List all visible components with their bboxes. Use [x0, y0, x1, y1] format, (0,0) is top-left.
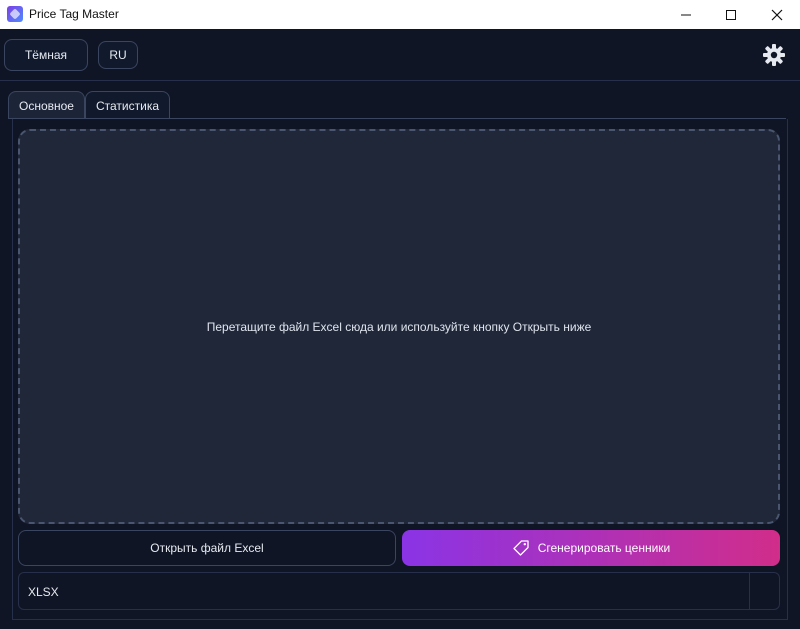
app-logo-icon — [7, 6, 23, 22]
generate-button-label: Сгенерировать ценники — [537, 541, 671, 555]
title-bar: Price Tag Master — [0, 0, 800, 29]
maximize-icon — [726, 9, 736, 20]
tab-statistics[interactable]: Статистика — [84, 91, 171, 119]
price-tag-icon — [513, 540, 529, 556]
close-icon — [771, 9, 783, 20]
language-button[interactable]: RU — [98, 41, 138, 69]
top-toolbar: Тёмная RU — [0, 29, 800, 81]
drop-zone-hint: Перетащите файл Excel сюда или используй… — [206, 319, 592, 334]
gear-icon — [763, 44, 785, 66]
window-title: Price Tag Master — [29, 7, 119, 21]
file-drop-zone[interactable]: Перетащите файл Excel сюда или используй… — [18, 129, 780, 524]
minimize-icon — [681, 14, 691, 15]
output-format-select[interactable]: XLSX — [18, 572, 780, 610]
tab-bar: Основное Статистика — [8, 91, 171, 119]
theme-toggle-button[interactable]: Тёмная — [4, 39, 88, 71]
tab-main[interactable]: Основное — [8, 91, 85, 119]
settings-button[interactable] — [760, 41, 788, 69]
generate-tags-button[interactable]: Сгенерировать ценники — [402, 530, 780, 566]
maximize-button[interactable] — [708, 0, 754, 29]
format-selected-value: XLSX — [28, 585, 59, 599]
close-button[interactable] — [754, 0, 800, 29]
dropdown-arrow[interactable] — [749, 573, 779, 609]
minimize-button[interactable] — [663, 0, 709, 29]
open-excel-button[interactable]: Открыть файл Excel — [18, 530, 396, 566]
